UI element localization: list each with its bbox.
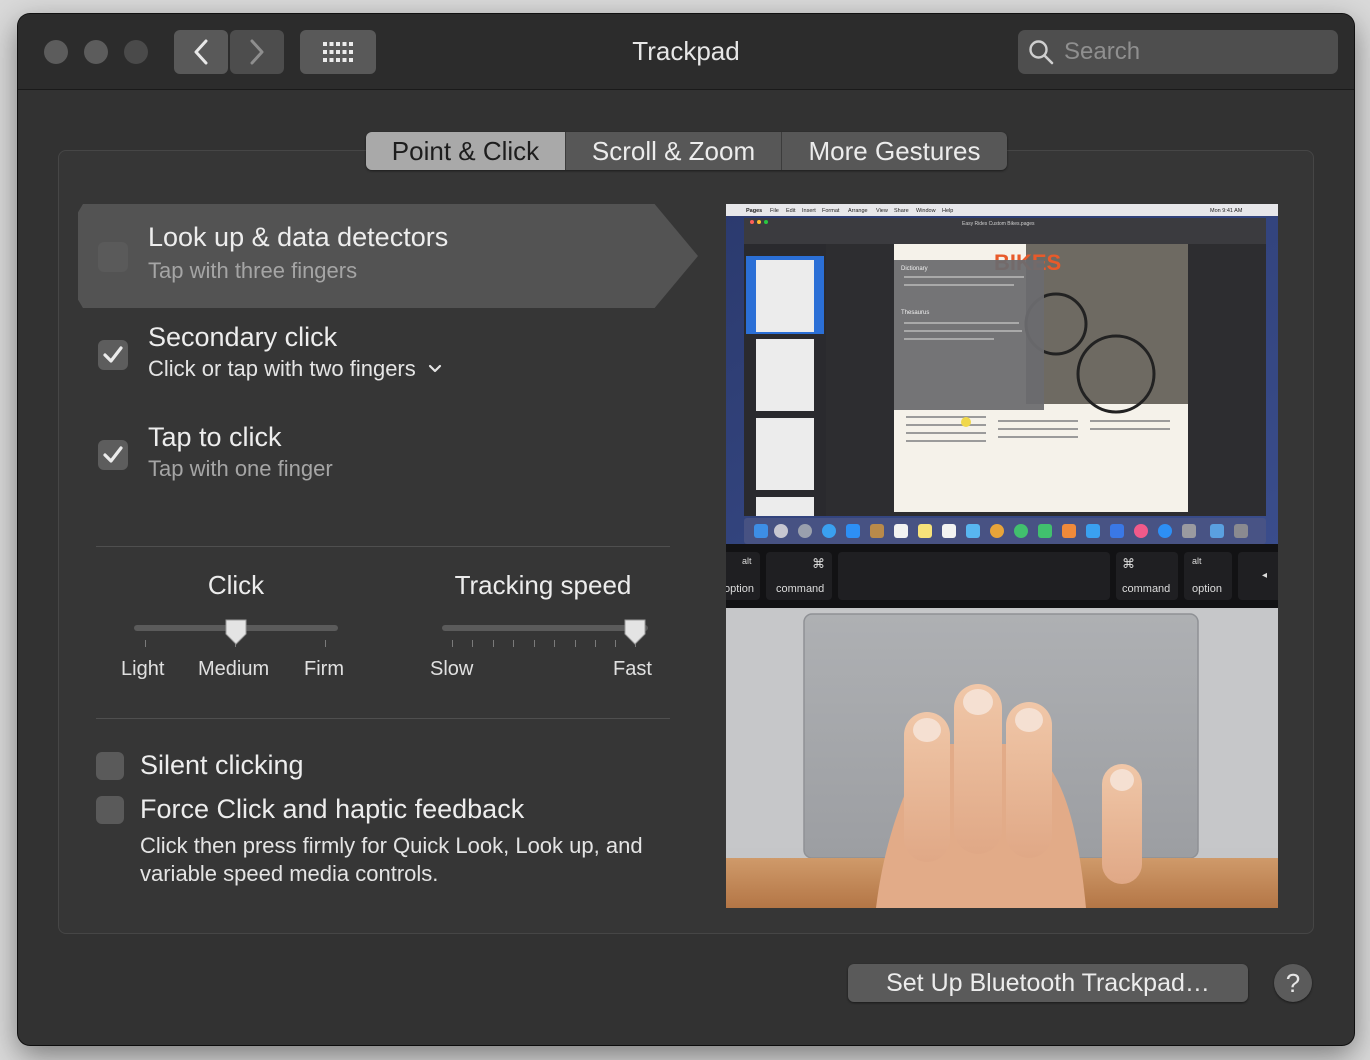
click-slider-title: Click [207,570,265,600]
zoom-window-button[interactable] [124,40,148,64]
preview-document-title: Easy Rides Custom Bikes.pages [962,221,1035,227]
tab-more-gestures[interactable]: More Gestures [782,132,1007,170]
forward-button[interactable] [230,30,284,74]
option-lookup-row[interactable]: Look up & data detectors Tap with three … [78,204,698,308]
tab-bar: Point & Click Scroll & Zoom More Gesture… [366,132,1007,170]
preview-menu-item: Arrange [848,208,868,214]
lookup-checkbox[interactable] [98,242,128,272]
tracking-label-fast: Fast [613,658,652,680]
force-click-checkbox[interactable] [96,796,124,824]
preview-menu-item: Window [916,208,936,214]
chevron-down-icon [428,364,441,373]
tap-to-click-checkbox[interactable] [98,440,128,470]
minimize-window-button[interactable] [84,40,108,64]
click-label-firm: Firm [304,658,344,680]
search-icon [1029,40,1054,65]
title-bar: Trackpad Search [18,14,1354,90]
lookup-title: Look up & data detectors [148,222,449,252]
lookup-subtitle: Tap with three fingers [148,258,358,283]
selected-row-highlight [78,204,698,308]
secondary-click-subtitle: Click or tap with two fingers [148,356,416,381]
click-label-light: Light [121,658,165,680]
preview-menu-item: Help [942,208,953,214]
preview-clock: Mon 9:41 AM [1210,208,1243,214]
option-tap-to-click-row[interactable]: Tap to click Tap with one finger [78,410,698,514]
tracking-slider-tick [554,640,555,647]
help-button[interactable]: ? [1274,964,1312,1002]
divider [96,546,670,547]
preview-menu-item: Share [894,208,909,214]
show-all-button[interactable] [300,30,376,74]
preview-key-command-left: command [776,583,824,595]
tracking-slider-knob[interactable] [623,618,647,646]
checkmark-icon [103,446,123,463]
preview-key-option-right: option [1192,583,1222,595]
tracking-slider-tick [493,640,494,647]
preview-menu-item: File [770,208,779,214]
preview-lookup-popover [894,260,1044,410]
grid-icon [323,42,353,62]
preview-key-option-left: option [726,583,754,595]
back-button[interactable] [174,30,228,74]
preview-menu-item: Insert [802,208,816,214]
tracking-label-slow: Slow [430,658,474,680]
silent-clicking-checkbox[interactable] [96,752,124,780]
preview-key-alt-right: alt [1192,556,1202,566]
click-label-medium: Medium [198,658,270,680]
trackpad-preferences-window: Trackpad Search Point & Click Scroll & Z… [18,14,1354,1045]
secondary-click-checkbox[interactable] [98,340,128,370]
secondary-click-title: Secondary click [148,322,338,352]
preview-menu-item: Format [822,208,840,214]
preview-menu-item: View [876,208,888,214]
click-slider-tick [145,640,146,647]
silent-clicking-label: Silent clicking [140,750,304,780]
tracking-slider-track [442,625,648,631]
preview-menu-item: Pages [746,208,762,214]
tab-scroll-and-zoom[interactable]: Scroll & Zoom [566,132,782,170]
search-placeholder: Search [1064,38,1141,65]
force-click-label: Force Click and haptic feedback [140,794,525,824]
tracking-slider-tick [452,640,453,647]
tracking-slider-tick [575,640,576,647]
tracking-slider-tick [534,640,535,647]
tracking-slider-tick [595,640,596,647]
tracking-slider-tick [615,640,616,647]
svg-text:⌘: ⌘ [812,556,825,571]
preview-menu-item: Edit [786,208,796,214]
tap-to-click-subtitle: Tap with one finger [148,456,333,481]
setup-bluetooth-trackpad-button[interactable]: Set Up Bluetooth Trackpad… [848,964,1248,1002]
click-slider-tick [325,640,326,647]
close-window-button[interactable] [44,40,68,64]
svg-text:⌘: ⌘ [1122,556,1135,571]
tracking-slider-title: Tracking speed [454,570,632,600]
option-secondary-click-row[interactable]: Secondary click Click or tap with two fi… [78,310,698,414]
tab-point-and-click[interactable]: Point & Click [366,132,566,170]
gesture-preview-video: Pages File Edit Insert Format Arrange Vi… [726,204,1278,908]
preview-popover-title: Dictionary [901,266,928,272]
search-field[interactable]: Search [1018,30,1338,74]
chevron-left-icon [194,39,208,65]
click-slider-knob[interactable] [224,618,248,646]
divider [96,718,670,719]
tracking-slider-tick [513,640,514,647]
tracking-slider-tick [472,640,473,647]
chevron-right-icon [250,39,264,65]
checkmark-icon [103,346,123,363]
preview-key-command-right: command [1122,583,1170,595]
preview-key-alt-left: alt [742,556,752,566]
preview-illustration: Pages File Edit Insert Format Arrange Vi… [726,204,1278,908]
preview-popover-section: Thesaurus [901,310,929,316]
secondary-click-popup[interactable]: Click or tap with two fingers [148,356,442,382]
tap-to-click-title: Tap to click [148,422,282,452]
force-click-description: Click then press firmly for Quick Look, … [140,833,643,886]
svg-text:◂: ◂ [1262,570,1267,581]
